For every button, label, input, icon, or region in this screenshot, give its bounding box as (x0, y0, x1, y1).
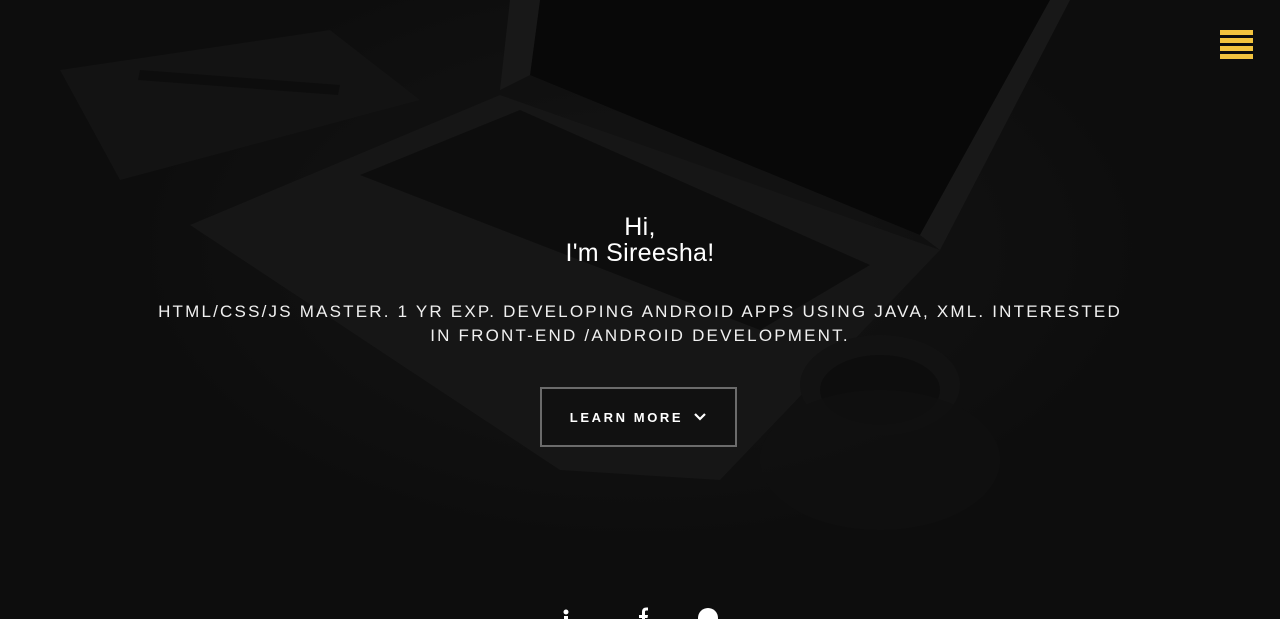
hamburger-menu-button[interactable] (1220, 30, 1253, 59)
learn-more-label: LEARN MORE (569, 409, 684, 425)
github-icon[interactable] (696, 604, 720, 619)
facebook-icon[interactable] (628, 604, 652, 619)
learn-more-button[interactable]: LEARN MORE (540, 387, 737, 447)
menu-bar (1220, 46, 1253, 51)
social-links (540, 604, 740, 619)
menu-bar (1220, 38, 1253, 43)
menu-bar (1220, 30, 1253, 35)
hero-section: Hi, I'm Sireesha! HTML/CSS/JS MASTER. 1 … (0, 0, 1280, 619)
greeting-line-1: Hi, (624, 213, 656, 241)
intro-block: Hi, I'm Sireesha! HTML/CSS/JS MASTER. 1 … (0, 214, 1280, 348)
greeting-line-2: I'm Sireesha! (565, 239, 715, 267)
menu-bar (1220, 54, 1253, 59)
chevron-down-icon (693, 410, 707, 424)
linkedin-icon[interactable] (560, 604, 584, 619)
tagline: HTML/CSS/JS MASTER. 1 YR EXP. DEVELOPING… (158, 302, 1122, 345)
